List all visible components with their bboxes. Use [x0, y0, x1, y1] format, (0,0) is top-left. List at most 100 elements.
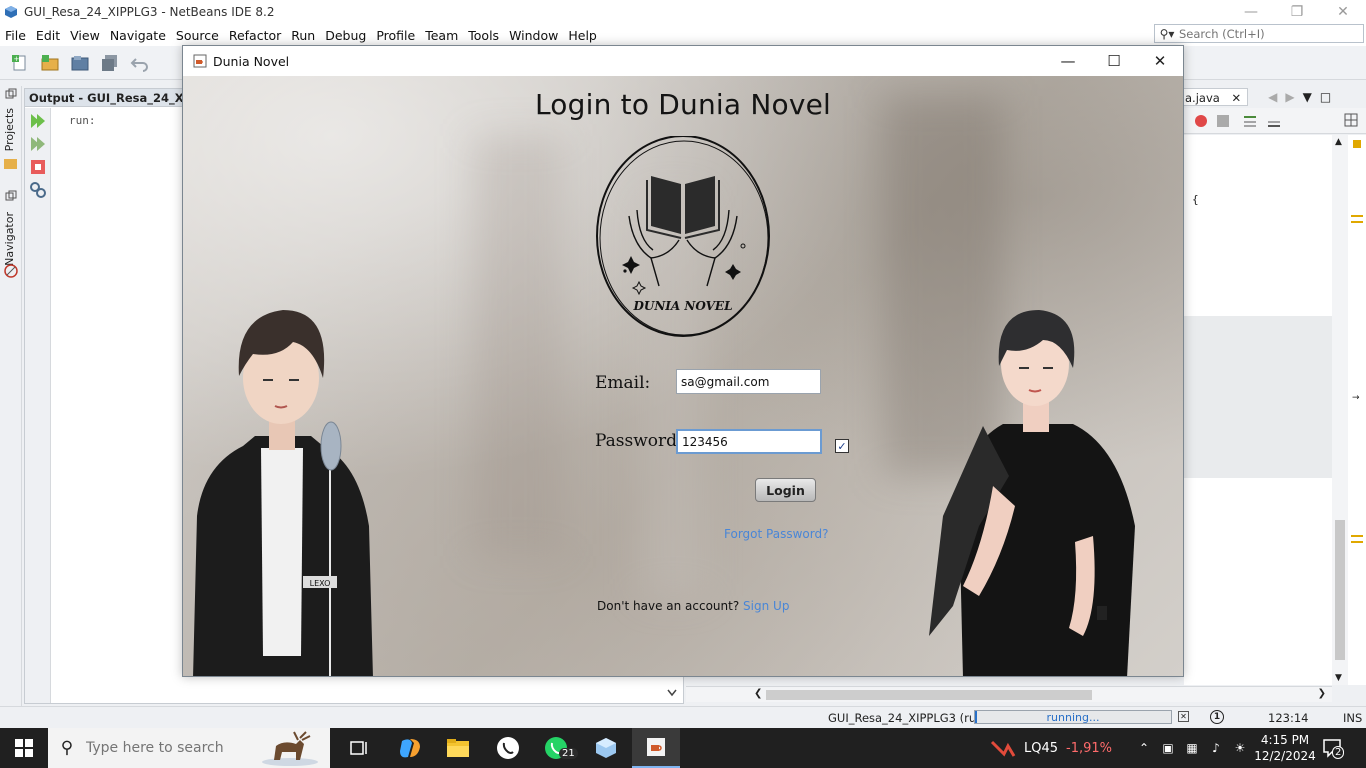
taskbar-clock[interactable]: 4:15 PM 12/2/2024 [1254, 732, 1316, 764]
output-settings-icon[interactable] [29, 181, 47, 199]
ide-close-button[interactable]: ✕ [1320, 0, 1366, 24]
menu-tools[interactable]: Tools [463, 28, 504, 43]
forgot-password-link[interactable]: Forgot Password? [724, 527, 828, 541]
menu-team[interactable]: Team [420, 28, 463, 43]
tab-scroll-left-icon[interactable]: ◀ [1268, 90, 1277, 104]
cube-app-icon [596, 738, 616, 758]
copilot-taskbar-app[interactable] [386, 728, 434, 768]
stop-icon[interactable] [29, 158, 47, 176]
file-explorer-taskbar-app[interactable] [434, 728, 482, 768]
menu-window[interactable]: Window [504, 28, 563, 43]
stock-widget[interactable]: LQ45 -1,91% [990, 738, 1112, 758]
split-view-icon[interactable] [1344, 113, 1358, 127]
scroll-down-icon[interactable] [667, 689, 677, 697]
cancel-task-icon[interactable]: ✕ [1178, 711, 1189, 722]
new-project-icon[interactable] [38, 52, 62, 74]
dialog-titlebar[interactable]: Dunia Novel — ☐ ✕ [183, 46, 1183, 76]
start-button[interactable] [0, 728, 48, 768]
maximize-editor-icon[interactable]: □ [1320, 90, 1331, 104]
open-project-icon[interactable] [68, 52, 92, 74]
menu-source[interactable]: Source [171, 28, 224, 43]
show-hidden-icons-icon[interactable]: ⌃ [1132, 741, 1156, 755]
virtualbox-taskbar-app[interactable] [582, 728, 630, 768]
login-button[interactable]: Login [755, 478, 816, 502]
close-tab-icon[interactable]: ✕ [1231, 91, 1241, 105]
save-all-icon[interactable] [98, 52, 122, 74]
notification-center-button[interactable]: 2 [1320, 736, 1345, 760]
rerun-icon[interactable] [29, 112, 47, 130]
password-input[interactable] [676, 429, 822, 454]
email-input[interactable] [676, 369, 821, 394]
scroll-right-icon[interactable]: ❯ [1318, 688, 1326, 699]
login-panel: Login to Dunia Novel DUNIA NOVEL Email: … [183, 76, 1183, 676]
stop-macro-icon[interactable] [1216, 114, 1230, 128]
ide-search-input[interactable] [1179, 26, 1359, 41]
menu-profile[interactable]: Profile [371, 28, 420, 43]
menu-navigate[interactable]: Navigate [105, 28, 171, 43]
tab-scroll-right-icon[interactable]: ▶ [1285, 90, 1294, 104]
taskbar-search-box[interactable]: ⚲ [48, 728, 330, 768]
wifi-icon[interactable]: ☀ [1228, 741, 1252, 755]
run-progress-bar[interactable]: running... [974, 710, 1172, 724]
menu-file[interactable]: File [0, 28, 31, 43]
projects-side-tab[interactable]: Projects [3, 108, 16, 151]
ide-restore-button[interactable]: ❐ [1274, 0, 1320, 24]
record-macro-icon[interactable] [1194, 114, 1208, 128]
java-taskbar-app[interactable] [632, 728, 680, 768]
files-icon[interactable] [3, 156, 19, 170]
scroll-down-icon-2[interactable]: ▼ [1335, 673, 1342, 683]
network-adapter-icon[interactable]: ▦ [1180, 741, 1204, 755]
dialog-minimize-button[interactable]: — [1045, 46, 1091, 76]
editor-scroll-thumb[interactable] [1335, 520, 1345, 660]
task-view-button[interactable] [336, 728, 384, 768]
warning-marker-2[interactable] [1351, 221, 1363, 223]
services-icon[interactable] [4, 264, 18, 278]
error-stripe: → [1348, 135, 1366, 685]
menu-view[interactable]: View [65, 28, 105, 43]
undo-icon[interactable] [128, 52, 152, 74]
tab-list-icon[interactable]: ▼ [1303, 90, 1312, 104]
camera-icon[interactable]: ▣ [1156, 741, 1180, 755]
warning-marker-icon[interactable] [1353, 140, 1361, 148]
status-project-name[interactable]: GUI_Resa_24_XIPPLG3 (run) [828, 711, 988, 725]
volume-icon[interactable]: ♪ [1204, 741, 1228, 755]
ide-minimize-button[interactable]: — [1228, 0, 1274, 24]
editor-file-tab[interactable]: a.java ✕ [1180, 88, 1249, 106]
ide-search-box[interactable]: ⚲▾ [1154, 24, 1364, 43]
rerun-with-params-icon[interactable] [29, 135, 47, 153]
editor-horizontal-scrollbar[interactable]: ❮ ❯ [686, 686, 1332, 702]
notifications-icon[interactable]: 1 [1210, 710, 1224, 724]
left-character-illustration: LEXO [193, 310, 373, 676]
mic-label: LEXO [310, 579, 331, 588]
warning-marker-1[interactable] [1351, 215, 1363, 217]
taskbar-search-input[interactable] [86, 740, 246, 756]
dialog-close-button[interactable]: ✕ [1137, 46, 1183, 76]
menu-debug[interactable]: Debug [320, 28, 371, 43]
new-file-icon[interactable]: + [8, 52, 32, 74]
signup-link[interactable]: Sign Up [743, 599, 789, 613]
menu-run[interactable]: Run [286, 28, 320, 43]
scroll-up-icon[interactable]: ▲ [1335, 137, 1342, 147]
format-icon[interactable] [1266, 113, 1282, 129]
dialog-maximize-button[interactable]: ☐ [1091, 46, 1137, 76]
editor-vertical-scrollbar[interactable]: ▲ ▼ [1332, 135, 1348, 685]
restore-window-icon-2[interactable] [5, 190, 17, 202]
caret-marker: → [1352, 393, 1360, 403]
restore-window-icon[interactable] [5, 88, 17, 100]
shift-line-icon[interactable] [1242, 113, 1258, 129]
whatsapp-business-taskbar-app[interactable]: 21 [532, 728, 580, 768]
horizontal-scroll-thumb[interactable] [766, 690, 1092, 700]
menu-help[interactable]: Help [563, 28, 602, 43]
taskbar-search-icon: ⚲ [60, 738, 74, 758]
left-side-strip: Projects Navigator [0, 86, 22, 706]
warning-marker-3[interactable] [1351, 535, 1363, 537]
show-password-checkbox[interactable]: ✓ [835, 439, 849, 453]
whatsapp-taskbar-app[interactable] [484, 728, 532, 768]
search-icon: ⚲▾ [1159, 26, 1175, 41]
navigator-side-tab[interactable]: Navigator [3, 212, 16, 266]
warning-marker-4[interactable] [1351, 541, 1363, 543]
menu-edit[interactable]: Edit [31, 28, 65, 43]
menu-refactor[interactable]: Refactor [224, 28, 286, 43]
editor-selected-block [1184, 316, 1332, 478]
scroll-left-icon[interactable]: ❮ [754, 688, 762, 699]
